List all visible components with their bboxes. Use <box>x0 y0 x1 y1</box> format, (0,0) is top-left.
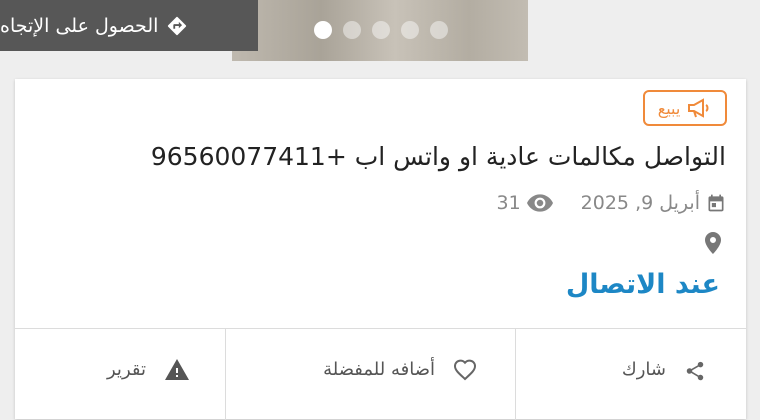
directions-icon <box>168 16 187 35</box>
favorite-label: أضافه للمفضلة <box>323 359 435 380</box>
badge-label: يبيع <box>657 98 681 118</box>
share-icon <box>686 361 704 381</box>
listing-meta: أبريل 9, 2025 31 <box>496 192 726 214</box>
location <box>705 232 721 254</box>
warning-icon <box>165 359 189 380</box>
calendar-icon <box>708 194 724 212</box>
gallery-dot[interactable] <box>401 21 419 39</box>
image-gallery[interactable] <box>232 0 528 61</box>
listing-title: التواصل مكالمات عادية او واتس اب +965600… <box>150 142 726 171</box>
views-value: 31 <box>496 192 521 214</box>
location-pin-icon <box>705 232 721 254</box>
sell-badge: يبيع <box>643 90 727 126</box>
gallery-dot[interactable] <box>343 21 361 39</box>
gallery-dot[interactable] <box>430 21 448 39</box>
eye-icon <box>526 194 553 212</box>
listing-date: أبريل 9, 2025 <box>580 192 700 214</box>
add-favorite-button[interactable]: أضافه للمفضلة <box>225 329 515 420</box>
view-count: 31 <box>496 192 553 214</box>
listing-card: يبيع التواصل مكالمات عادية او واتس اب +9… <box>15 79 746 420</box>
report-button[interactable]: تقرير <box>15 329 225 420</box>
gallery-dot-active[interactable] <box>314 21 332 39</box>
directions-label: الحصول على الإتجاه <box>0 14 159 37</box>
gallery-dot[interactable] <box>372 21 390 39</box>
share-label: شارك <box>621 359 666 380</box>
megaphone-icon <box>688 98 709 118</box>
action-bar: شارك أضافه للمفضلة تقرير <box>15 328 746 420</box>
get-directions-button[interactable]: الحصول على الإتجاه <box>0 0 258 51</box>
gallery-dots <box>314 21 448 39</box>
share-button[interactable]: شارك <box>515 329 746 420</box>
report-label: تقرير <box>107 359 146 380</box>
price: عند الاتصال <box>565 269 720 300</box>
heart-icon <box>453 359 477 381</box>
